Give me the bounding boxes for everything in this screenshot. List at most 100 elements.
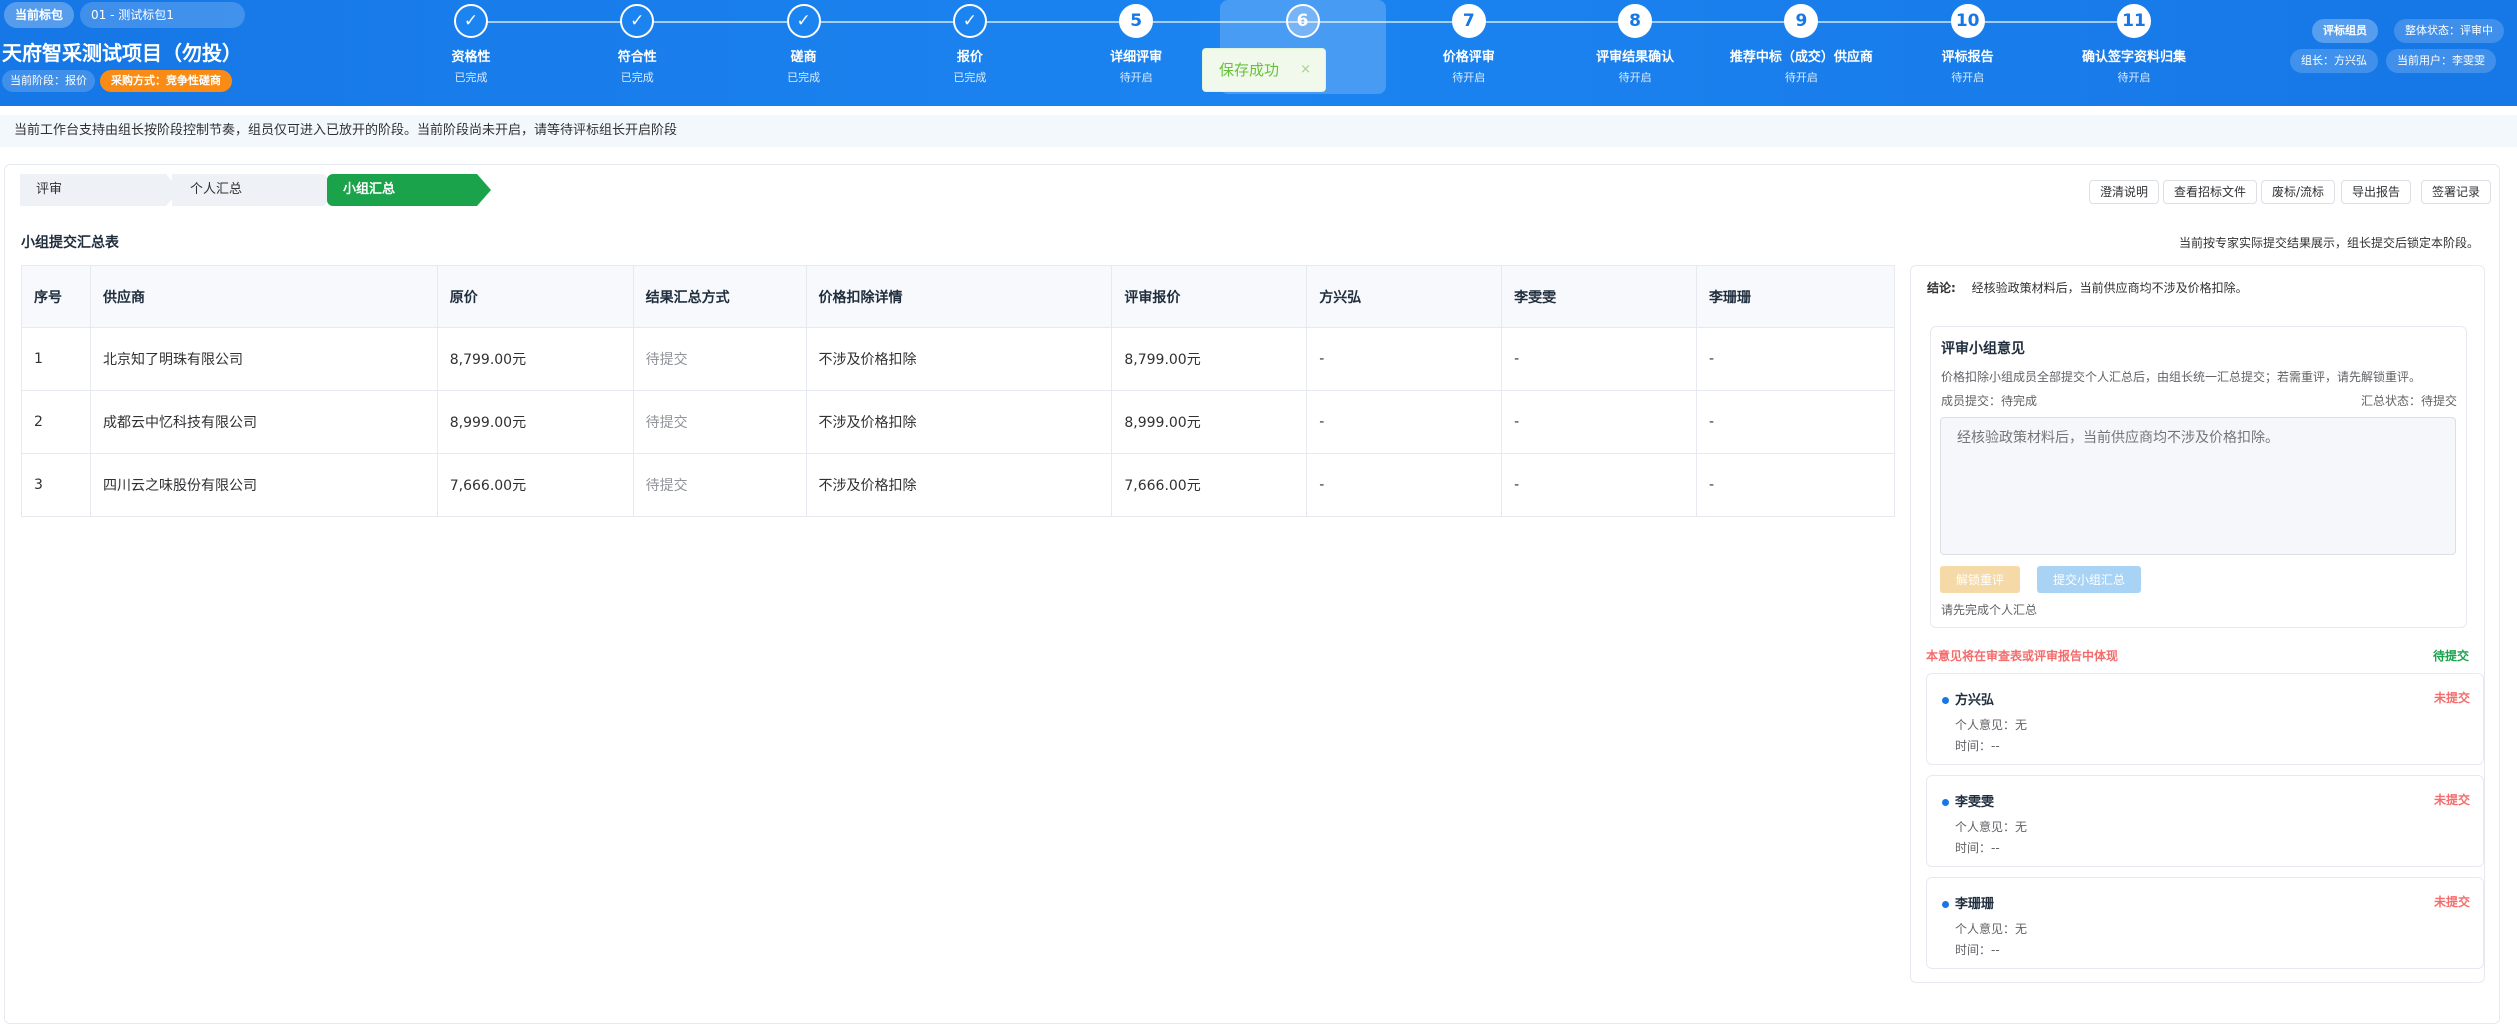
- clarification-button[interactable]: 澄清说明: [2089, 180, 2160, 204]
- opinion-title: 评审小组意见: [1941, 341, 2025, 357]
- col-header: 供应商: [90, 265, 438, 328]
- member-submit-status: 成员提交：待完成: [1941, 394, 2038, 408]
- signing-record-button[interactable]: 签署记录: [2421, 180, 2492, 204]
- tab-personal-summary[interactable]: 个人汇总: [172, 174, 338, 206]
- step-label: 评标报告: [1941, 50, 1994, 65]
- step-status: 已完成: [454, 71, 488, 84]
- step-8[interactable]: 8 评审结果确认 待开启: [1560, 4, 1710, 85]
- step-status: 待开启: [1951, 71, 1985, 84]
- member-opinion: 个人意见：无: [1955, 820, 2028, 834]
- cell-expert-score: -: [1696, 390, 1895, 454]
- step-label: 符合性: [617, 50, 657, 65]
- project-title: 天府智采测试项目（勿投）: [2, 41, 242, 65]
- method-badge: 采购方式：竞争性磋商: [100, 70, 232, 92]
- step-number: 10: [1950, 4, 1985, 38]
- step-2[interactable]: ✓ 符合性 已完成: [562, 4, 712, 85]
- cell-original-price: 8,999.00元: [437, 390, 634, 454]
- cell-index: 1: [21, 327, 91, 391]
- overall-status-badge: 整体状态：评审中: [2394, 19, 2504, 43]
- export-report-button[interactable]: 导出报告: [2341, 180, 2412, 204]
- section-note: 当前按专家实际提交结果展示，组长提交后锁定本阶段。: [2178, 236, 2479, 250]
- table-header-row: 序号 供应商 原价 结果汇总方式 价格扣除详情 评审报价 方兴弘 李雯雯 李珊珊: [21, 265, 1895, 328]
- toast-close-icon[interactable]: ×: [1300, 49, 1311, 91]
- table-row: 3 四川云之味股份有限公司 7,666.00元 待提交 不涉及价格扣除 7,66…: [21, 453, 1895, 517]
- cell-original-price: 8,799.00元: [437, 327, 634, 391]
- cell-summary-method: 待提交: [633, 327, 807, 391]
- step-label: 推荐中标（成交）供应商: [1729, 50, 1873, 65]
- cell-supplier: 成都云中忆科技有限公司: [90, 390, 438, 454]
- save-success-toast: 保存成功 ×: [1202, 48, 1326, 92]
- step-3[interactable]: ✓ 磋商已完成: [729, 4, 879, 85]
- check-icon: ✓: [454, 4, 488, 38]
- section-title: 小组提交汇总表: [21, 235, 119, 251]
- step-number: 8: [1618, 4, 1653, 38]
- step-6[interactable]: 6: [1228, 4, 1378, 46]
- col-header: 价格扣除详情: [806, 265, 1113, 328]
- cell-review-price: 7,666.00元: [1111, 453, 1308, 517]
- step-status: 待开启: [1618, 71, 1652, 84]
- step-number: 7: [1451, 4, 1486, 38]
- step-7[interactable]: 7 价格评审 待开启: [1394, 4, 1544, 85]
- member-time: 时间：--: [1955, 943, 2000, 957]
- report-note: 本意见将在审查表或评审报告中体现: [1926, 649, 2119, 663]
- step-label: 价格评审: [1442, 50, 1495, 65]
- cell-expert-score: -: [1696, 327, 1895, 391]
- step-label: 详细评审: [1110, 50, 1163, 65]
- cell-deduction-detail: 不涉及价格扣除: [806, 453, 1113, 517]
- tab-review[interactable]: 评审: [20, 174, 180, 206]
- member-time: 时间：--: [1955, 841, 2000, 855]
- check-icon: ✓: [786, 4, 821, 38]
- current-user-badge: 当前用户：李雯雯: [2386, 49, 2496, 73]
- step-status: 已完成: [953, 71, 987, 84]
- cell-deduction-detail: 不涉及价格扣除: [806, 327, 1113, 391]
- step-label: 评审结果确认: [1596, 50, 1675, 65]
- step-number: 6: [1285, 4, 1320, 38]
- member-card: 李雯雯 未提交 个人意见：无 时间：--: [1926, 775, 2484, 867]
- member-card: 李珊珊 未提交 个人意见：无 时间：--: [1926, 877, 2484, 969]
- step-11[interactable]: 11 确认签字资料归集 待开启: [2059, 4, 2209, 85]
- member-status: 未提交: [2433, 691, 2470, 705]
- step-1[interactable]: ✓ 资格性 已完成: [396, 4, 546, 85]
- step-9[interactable]: 9 推荐中标（成交）供应商 待开启: [1726, 4, 1876, 85]
- col-header: 原价: [437, 265, 634, 328]
- package-select[interactable]: 01 - 测试标包1: [80, 2, 245, 28]
- cell-expert-score: -: [1501, 453, 1698, 517]
- step-label: 磋商: [790, 50, 817, 65]
- view-tender-docs-button[interactable]: 查看招标文件: [2163, 180, 2258, 204]
- member-status: 未提交: [2433, 793, 2470, 807]
- unlock-reevaluate-button[interactable]: 解锁重评: [1940, 566, 2020, 593]
- member-opinion: 个人意见：无: [1955, 718, 2028, 732]
- cell-summary-method: 待提交: [633, 390, 807, 454]
- step-number: 11: [2117, 4, 2151, 38]
- report-status: 待提交: [2433, 649, 2470, 663]
- summary-status: 汇总状态：待提交: [2361, 394, 2458, 408]
- tab-group-summary[interactable]: 小组汇总: [327, 174, 491, 206]
- member-opinion: 个人意见：无: [1955, 922, 2028, 936]
- member-name: 方兴弘: [1955, 693, 1995, 708]
- step-label: 报价: [956, 50, 983, 65]
- member-card: 方兴弘 未提交 个人意见：无 时间：--: [1926, 673, 2484, 765]
- step-status: 已完成: [787, 71, 821, 84]
- step-10[interactable]: 10 评标报告待开启: [1893, 4, 2043, 85]
- cell-index: 3: [21, 453, 91, 517]
- role-badge: 评标组员: [2312, 19, 2378, 43]
- cell-expert-score: -: [1501, 327, 1698, 391]
- step-status: 待开启: [2117, 71, 2151, 84]
- submit-group-summary-button[interactable]: 提交小组汇总: [2037, 566, 2141, 593]
- cell-review-price: 8,799.00元: [1111, 327, 1308, 391]
- void-bid-button[interactable]: 废标/流标: [2261, 180, 2336, 204]
- opinion-description: 价格扣除小组成员全部提交个人汇总后，由组长统一汇总提交；若需重评，请先解锁重评。: [1941, 370, 2422, 384]
- member-status: 未提交: [2433, 895, 2470, 909]
- cell-supplier: 四川云之味股份有限公司: [90, 453, 438, 517]
- group-opinion-input[interactable]: [1940, 417, 2456, 555]
- check-icon: ✓: [952, 4, 987, 38]
- conclusion: 结论: 经核验政策材料后，当前供应商均不涉及价格扣除。: [1927, 279, 2248, 296]
- member-dot-icon: [1942, 799, 1949, 806]
- cell-summary-method: 待提交: [633, 453, 807, 517]
- submit-hint: 请先完成个人汇总: [1941, 603, 2038, 617]
- col-header: 李珊珊: [1696, 265, 1895, 328]
- col-header: 结果汇总方式: [633, 265, 807, 328]
- step-5[interactable]: 5 详细评审 待开启: [1061, 4, 1211, 85]
- step-status: 已完成: [620, 71, 654, 84]
- step-4[interactable]: ✓ 报价已完成: [895, 4, 1045, 85]
